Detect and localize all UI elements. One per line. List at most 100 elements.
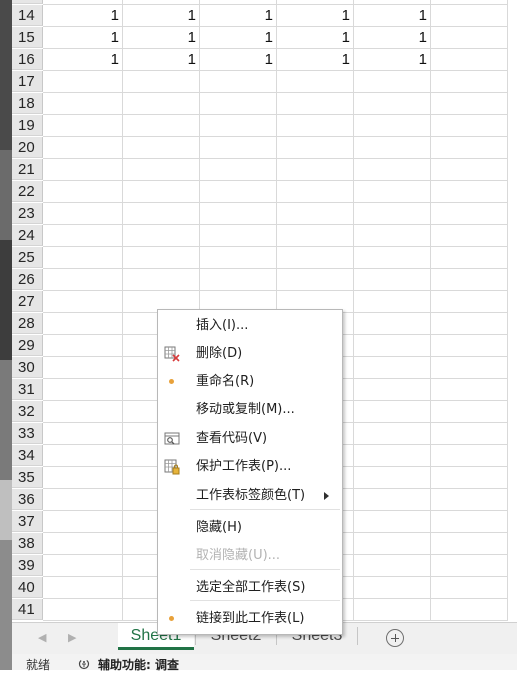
- cell[interactable]: [351, 225, 431, 247]
- row-header[interactable]: 31: [12, 379, 43, 400]
- cell[interactable]: [274, 225, 354, 247]
- cell[interactable]: [351, 511, 431, 533]
- cell[interactable]: [428, 533, 508, 555]
- cell[interactable]: [274, 203, 354, 225]
- cell[interactable]: 1: [197, 27, 277, 49]
- cell[interactable]: [428, 49, 508, 71]
- row-header[interactable]: 41: [12, 599, 43, 620]
- cell[interactable]: [428, 489, 508, 511]
- row-header[interactable]: 16: [12, 49, 43, 70]
- cell[interactable]: [428, 115, 508, 137]
- cell[interactable]: [351, 555, 431, 577]
- row-header[interactable]: 21: [12, 159, 43, 180]
- cell[interactable]: [351, 577, 431, 599]
- cell[interactable]: [428, 5, 508, 27]
- row-header[interactable]: 26: [12, 269, 43, 290]
- cell[interactable]: [197, 0, 277, 5]
- cell[interactable]: [428, 137, 508, 159]
- cell[interactable]: [428, 159, 508, 181]
- cell[interactable]: [351, 115, 431, 137]
- cell[interactable]: [428, 511, 508, 533]
- cell[interactable]: [197, 203, 277, 225]
- menu-item[interactable]: 工作表标签颜色(T): [158, 484, 342, 508]
- menu-item[interactable]: 链接到此工作表(L): [158, 607, 342, 631]
- cell[interactable]: [120, 247, 200, 269]
- menu-item[interactable]: 删除(D): [158, 342, 342, 366]
- cell[interactable]: [428, 379, 508, 401]
- cell[interactable]: [428, 445, 508, 467]
- cell[interactable]: [351, 357, 431, 379]
- cell[interactable]: [351, 181, 431, 203]
- menu-item[interactable]: 重命名(R): [158, 370, 342, 394]
- row-header[interactable]: 35: [12, 467, 43, 488]
- cell[interactable]: [274, 0, 354, 5]
- row-header[interactable]: 24: [12, 225, 43, 246]
- cell[interactable]: [43, 291, 123, 313]
- cell[interactable]: 1: [351, 49, 431, 71]
- accessibility-status[interactable]: 辅助功能: 调查: [98, 654, 179, 676]
- cell[interactable]: [351, 401, 431, 423]
- cell[interactable]: [120, 0, 200, 5]
- cell[interactable]: [274, 181, 354, 203]
- cell[interactable]: [274, 93, 354, 115]
- cell[interactable]: [351, 335, 431, 357]
- cell[interactable]: [197, 137, 277, 159]
- cell[interactable]: [351, 445, 431, 467]
- cell[interactable]: [43, 137, 123, 159]
- cell[interactable]: [43, 489, 123, 511]
- scroll-tabs-left-icon[interactable]: ◀: [38, 631, 46, 644]
- cell[interactable]: [428, 225, 508, 247]
- cell[interactable]: [274, 159, 354, 181]
- cell[interactable]: [43, 577, 123, 599]
- cell[interactable]: [43, 181, 123, 203]
- cell[interactable]: [428, 599, 508, 621]
- cell[interactable]: [428, 555, 508, 577]
- cell[interactable]: [43, 115, 123, 137]
- cell[interactable]: [428, 423, 508, 445]
- menu-item[interactable]: 查看代码(V): [158, 427, 342, 451]
- row-header[interactable]: 28: [12, 313, 43, 334]
- menu-item[interactable]: 移动或复制(M)...: [158, 398, 342, 422]
- cell[interactable]: [197, 225, 277, 247]
- cell[interactable]: [43, 511, 123, 533]
- cell[interactable]: [351, 269, 431, 291]
- cell[interactable]: [120, 137, 200, 159]
- cell[interactable]: [274, 247, 354, 269]
- row-header[interactable]: 17: [12, 71, 43, 92]
- row-header[interactable]: 30: [12, 357, 43, 378]
- cell[interactable]: [197, 269, 277, 291]
- row-header[interactable]: 18: [12, 93, 43, 114]
- cell[interactable]: [43, 423, 123, 445]
- row-header[interactable]: 33: [12, 423, 43, 444]
- row-header[interactable]: 36: [12, 489, 43, 510]
- cell[interactable]: 1: [197, 5, 277, 27]
- cell[interactable]: [43, 335, 123, 357]
- cell[interactable]: 1: [197, 49, 277, 71]
- cell[interactable]: 1: [120, 27, 200, 49]
- cell[interactable]: [274, 71, 354, 93]
- cell[interactable]: [428, 93, 508, 115]
- cell[interactable]: [351, 71, 431, 93]
- cell[interactable]: [43, 159, 123, 181]
- row-header[interactable]: 19: [12, 115, 43, 136]
- cell[interactable]: [428, 467, 508, 489]
- cell[interactable]: 1: [43, 5, 123, 27]
- row-header[interactable]: 32: [12, 401, 43, 422]
- cell[interactable]: 1: [274, 27, 354, 49]
- cell[interactable]: [43, 93, 123, 115]
- cell[interactable]: [351, 423, 431, 445]
- row-header[interactable]: 20: [12, 137, 43, 158]
- row-header[interactable]: 39: [12, 555, 43, 576]
- row-header[interactable]: 29: [12, 335, 43, 356]
- cell[interactable]: [120, 225, 200, 247]
- cell[interactable]: 1: [274, 5, 354, 27]
- cell[interactable]: [428, 335, 508, 357]
- cell[interactable]: [351, 533, 431, 555]
- scroll-tabs-right-icon[interactable]: ▶: [68, 631, 76, 644]
- cell[interactable]: [197, 181, 277, 203]
- accessibility-icon[interactable]: [78, 658, 90, 670]
- cell[interactable]: [351, 159, 431, 181]
- cell[interactable]: [351, 467, 431, 489]
- row-header[interactable]: 27: [12, 291, 43, 312]
- cell[interactable]: [428, 181, 508, 203]
